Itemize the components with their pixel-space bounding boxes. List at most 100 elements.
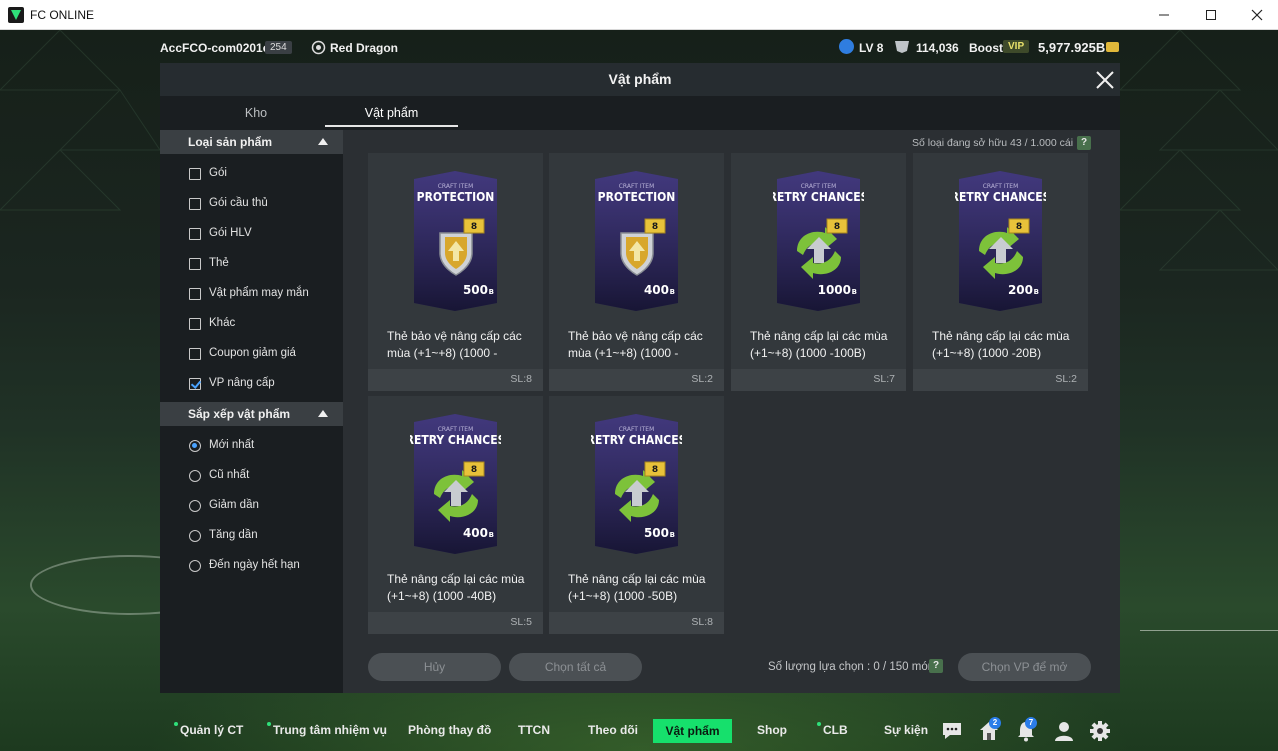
item-quantity: SL:2	[691, 373, 713, 385]
card-price: 200	[1008, 283, 1033, 297]
card-type-label: RETRY CHANCES	[410, 433, 501, 447]
dialog-title: Vật phẩm	[608, 71, 672, 87]
maximize-button[interactable]	[1188, 0, 1234, 30]
card-type-label: RETRY CHANCES	[773, 190, 864, 204]
profile-icon[interactable]	[1053, 720, 1075, 742]
radio[interactable]	[189, 500, 201, 512]
product-type-title: Loại sản phẩm	[188, 135, 273, 149]
filter-option-khac[interactable]: Khác	[189, 314, 339, 334]
window-title: FC ONLINE	[30, 8, 95, 22]
item-card[interactable]: CRAFT ITEM RETRY CHANCES 8 400 B Thẻ nâng cấp…	[368, 396, 543, 634]
item-quantity: SL:7	[873, 373, 895, 385]
card-price-unit: B	[1034, 288, 1039, 296]
collapse-arrow-icon	[318, 410, 328, 417]
protection-card-image: CRAFT ITEMPROTECTION 8 400 B	[595, 171, 678, 311]
nav-trung-tam-nhiem-vu[interactable]: Trung tâm nhiệm vụ	[273, 723, 387, 737]
item-card[interactable]: CRAFT ITEM RETRY CHANCES 8 1000 B Thẻ nâng cấ…	[731, 153, 906, 391]
filter-option-the[interactable]: Thẻ	[189, 254, 339, 274]
nav-shop[interactable]: Shop	[757, 723, 787, 737]
nav-ttcn[interactable]: TTCN	[518, 723, 550, 737]
pitch-marking	[1140, 630, 1278, 632]
sort-title: Sắp xếp vật phẩm	[188, 407, 291, 421]
radio[interactable]	[189, 470, 201, 482]
card-craft-label: CRAFT ITEM	[801, 183, 837, 190]
radio[interactable]	[189, 560, 201, 572]
chat-icon[interactable]	[941, 720, 963, 742]
tab-kho[interactable]: Kho	[160, 106, 352, 120]
settings-gear-icon[interactable]	[1089, 720, 1111, 742]
card-level: 8	[471, 222, 477, 232]
checkbox[interactable]	[189, 168, 201, 180]
checkbox[interactable]	[189, 228, 201, 240]
card-level: 8	[652, 222, 658, 232]
filter-option-vp-nang-cap[interactable]: VP nâng cấp	[189, 374, 339, 394]
card-level: 8	[471, 465, 477, 475]
home-badge: 2	[989, 717, 1001, 729]
dialog-tabs: Kho Vật phẩm	[160, 96, 1120, 130]
checkbox[interactable]	[189, 198, 201, 210]
item-card[interactable]: CRAFT ITEM RETRY CHANCES 8 200 B Thẻ nâng cấp…	[913, 153, 1088, 391]
dialog-header: Vật phẩm	[160, 63, 1120, 96]
sort-header[interactable]: Sắp xếp vật phẩm	[160, 402, 343, 426]
checkbox[interactable]	[189, 318, 201, 330]
card-price: 400	[463, 526, 488, 540]
close-dialog-button[interactable]	[1092, 67, 1118, 93]
nav-notification-dot	[267, 722, 271, 726]
checkbox-checked[interactable]	[189, 378, 201, 390]
open-selected-button[interactable]: Chọn VP để mở	[958, 653, 1091, 681]
card-craft-label: CRAFT ITEM	[438, 426, 474, 433]
nav-quan-ly-ct[interactable]: Quản lý CT	[180, 723, 243, 737]
item-card[interactable]: CRAFT ITEM PROTECTION 8 400 B Thẻ bảo vệ nâng…	[549, 153, 724, 391]
item-card[interactable]: CRAFT ITEM PROTECTION 8 500 B Thẻ bảo vệ nâng…	[368, 153, 543, 391]
card-price-unit: B	[489, 288, 494, 296]
bp-icon	[1106, 42, 1119, 52]
bp-amount: 5,977.925B	[1038, 40, 1106, 55]
card-level: 8	[834, 222, 840, 232]
nav-vat-pham-active[interactable]: Vật phẩm	[653, 719, 732, 743]
nav-phong-thay-do[interactable]: Phòng thay đồ	[408, 723, 491, 737]
radio-selected[interactable]	[189, 440, 201, 452]
nav-theo-doi[interactable]: Theo dõi	[588, 723, 638, 737]
tab-vat-pham[interactable]: Vật phẩm	[325, 106, 458, 120]
item-name: Thẻ bảo vệ nâng cấp các mùa (+1~+8) (100…	[568, 329, 703, 360]
nav-clb[interactable]: CLB	[823, 723, 848, 737]
checkbox[interactable]	[189, 258, 201, 270]
filter-option-vat-pham-may-man[interactable]: Vật phẩm may mắn	[189, 284, 339, 304]
minimize-button[interactable]	[1141, 0, 1187, 30]
level-icon	[839, 39, 854, 54]
filter-option-coupon[interactable]: Coupon giảm giá	[189, 344, 339, 364]
checkbox[interactable]	[189, 288, 201, 300]
items-dialog: Vật phẩm Kho Vật phẩm Loại sản phẩm Gói …	[160, 63, 1120, 693]
item-quantity: SL:5	[510, 616, 532, 628]
account-name: AccFCO-com0201c	[160, 41, 270, 55]
card-price: 1000	[818, 283, 851, 297]
coin-amount: 114,036	[916, 41, 959, 55]
card-price-unit: B	[852, 288, 857, 296]
sort-option-expiry[interactable]: Đến ngày hết hạn	[189, 556, 339, 576]
sort-option-ascending[interactable]: Tăng dần	[189, 526, 339, 546]
filter-option-goi[interactable]: Gói	[189, 164, 339, 184]
product-type-header[interactable]: Loại sản phẩm	[160, 130, 343, 154]
item-card[interactable]: CRAFT ITEM RETRY CHANCES 8 500 B Thẻ nâng cấp…	[549, 396, 724, 634]
card-type-label: RETRY CHANCES	[591, 433, 682, 447]
card-craft-label: CRAFT ITEM	[438, 183, 474, 190]
sort-option-newest[interactable]: Mới nhất	[189, 436, 339, 456]
retry-card-image: CRAFT ITEMRETRY CHANCES 8 500 B	[591, 414, 682, 554]
help-icon[interactable]: ?	[1077, 136, 1091, 150]
card-price: 500	[644, 526, 669, 540]
checkbox[interactable]	[189, 348, 201, 360]
sort-option-descending[interactable]: Giảm dần	[189, 496, 339, 516]
bottom-navigation: Quản lý CT Trung tâm nhiệm vụ Phòng thay…	[160, 717, 1120, 747]
cancel-button[interactable]: Hủy	[368, 653, 501, 681]
filter-option-goi-hlv[interactable]: Gói HLV	[189, 224, 339, 244]
boost-label: Boost	[969, 41, 1003, 55]
filter-option-goi-cau-thu[interactable]: Gói cầu thủ	[189, 194, 339, 214]
nav-su-kien[interactable]: Sự kiện	[884, 723, 928, 737]
select-all-button[interactable]: Chọn tất cả	[509, 653, 642, 681]
sort-option-oldest[interactable]: Cũ nhất	[189, 466, 339, 486]
radio[interactable]	[189, 530, 201, 542]
retry-card-image: CRAFT ITEMRETRY CHANCES 8 200 B	[955, 171, 1046, 311]
item-quantity: SL:8	[510, 373, 532, 385]
help-icon[interactable]: ?	[929, 659, 943, 673]
close-window-button[interactable]	[1234, 0, 1278, 30]
